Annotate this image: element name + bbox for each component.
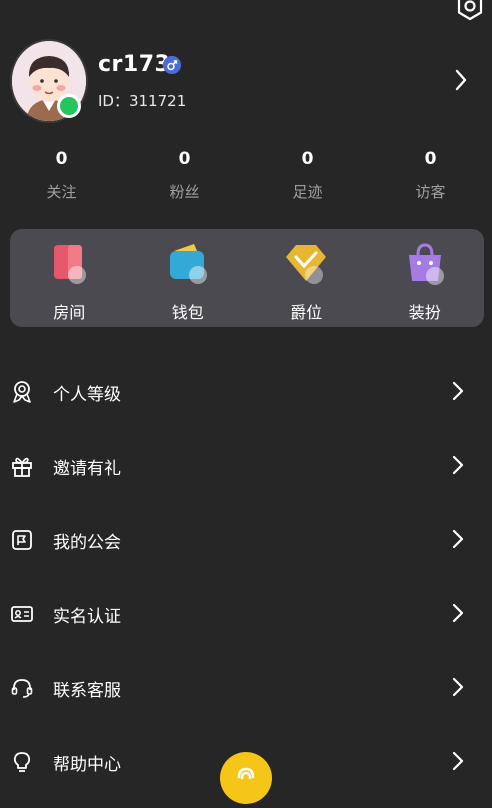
feature-dress-up[interactable]: 装扮 xyxy=(366,229,485,327)
stat-value: 0 xyxy=(178,149,191,169)
user-id: ID：311721 xyxy=(98,92,187,110)
feature-panel: 房间 钱包 爵位 装扮 xyxy=(10,229,484,327)
menu-item-customer-service[interactable]: 联系客服 xyxy=(0,650,492,724)
stat-label: 粉丝 xyxy=(169,183,200,201)
medal-icon xyxy=(13,381,31,403)
chevron-right-icon xyxy=(452,751,464,771)
chevron-right-icon xyxy=(452,603,464,623)
menu-label: 我的公会 xyxy=(53,533,121,553)
menu-label: 帮助中心 xyxy=(53,755,121,775)
stat-label: 访客 xyxy=(415,183,446,201)
stat-following[interactable]: 0 关注 xyxy=(0,148,123,210)
id-card-icon xyxy=(11,606,33,622)
chevron-right-icon xyxy=(452,529,464,549)
stat-label: 足迹 xyxy=(292,183,323,201)
menu-label: 实名认证 xyxy=(53,607,121,627)
feature-label: 装扮 xyxy=(408,303,441,322)
wallet-icon xyxy=(169,244,207,284)
feature-noble[interactable]: 爵位 xyxy=(247,229,366,327)
stat-label: 关注 xyxy=(46,183,77,201)
settings-icon[interactable] xyxy=(454,0,486,22)
profile-header[interactable]: cr173 ID：311721 xyxy=(0,36,492,126)
menu-item-verification[interactable]: 实名认证 xyxy=(0,576,492,650)
menu-label: 联系客服 xyxy=(53,681,121,701)
stats-row: 0 关注 0 粉丝 0 足迹 0 访客 xyxy=(0,148,492,210)
stat-visitors[interactable]: 0 访客 xyxy=(369,148,492,210)
stat-value: 0 xyxy=(424,149,437,169)
floating-action-button[interactable] xyxy=(220,752,272,804)
stat-fans[interactable]: 0 粉丝 xyxy=(123,148,246,210)
menu-label: 个人等级 xyxy=(53,385,121,405)
swirl-icon xyxy=(237,767,255,780)
feature-room[interactable]: 房间 xyxy=(10,229,129,327)
username: cr173 xyxy=(98,52,171,77)
lightbulb-icon xyxy=(13,752,31,772)
stat-value: 0 xyxy=(55,149,68,169)
male-icon xyxy=(163,56,181,74)
feature-label: 爵位 xyxy=(290,303,323,322)
guild-icon xyxy=(12,530,32,550)
feature-wallet[interactable]: 钱包 xyxy=(129,229,248,327)
noble-icon xyxy=(286,245,327,284)
chevron-right-icon xyxy=(452,455,464,475)
chevron-right-icon xyxy=(452,677,464,697)
online-status-dot xyxy=(57,94,81,118)
chevron-right-icon[interactable] xyxy=(454,69,468,91)
feature-label: 房间 xyxy=(53,303,86,322)
stat-footprints[interactable]: 0 足迹 xyxy=(246,148,369,210)
feature-label: 钱包 xyxy=(171,303,204,322)
chevron-right-icon xyxy=(452,381,464,401)
room-icon xyxy=(54,245,87,284)
gift-icon xyxy=(12,457,32,477)
menu-label: 邀请有礼 xyxy=(53,459,121,479)
dress-up-icon xyxy=(408,243,444,285)
menu-item-guild[interactable]: 我的公会 xyxy=(0,502,492,576)
menu-list: 个人等级 邀请有礼 我的公会 实名认证 联系客服 帮助中心 xyxy=(0,354,492,798)
stat-value: 0 xyxy=(301,149,314,169)
menu-item-invite[interactable]: 邀请有礼 xyxy=(0,428,492,502)
menu-item-level[interactable]: 个人等级 xyxy=(0,354,492,428)
headset-icon xyxy=(11,679,33,698)
